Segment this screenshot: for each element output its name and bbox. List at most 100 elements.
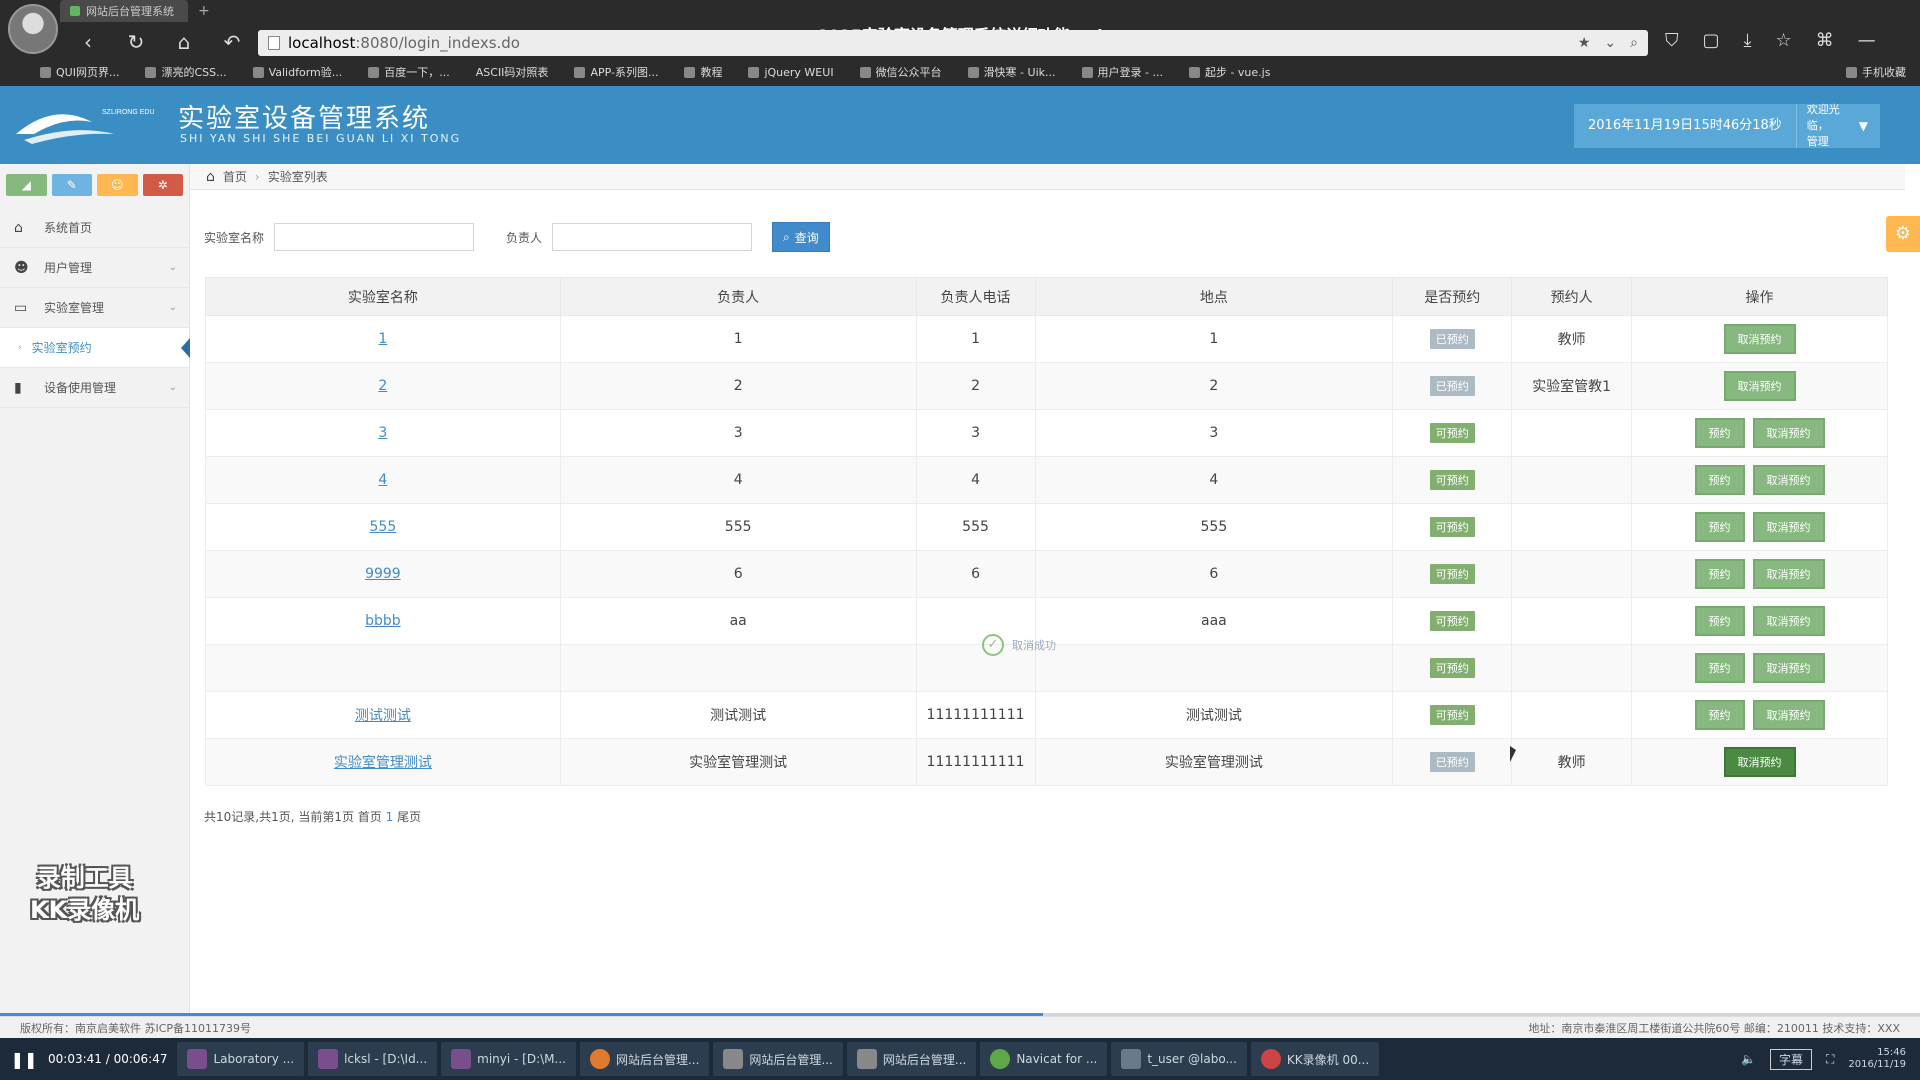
home-icon[interactable]: ⌂	[206, 169, 215, 185]
bookmark-item[interactable]: 微信公众平台	[859, 64, 942, 80]
edit-shortcut-icon[interactable]: ✎	[51, 174, 92, 196]
sidebar-item-lab-booking[interactable]: › 实验室预约	[0, 328, 190, 368]
cancel-booking-button[interactable]: 取消预约	[1752, 465, 1825, 495]
undo-icon[interactable]: ↶	[220, 30, 244, 54]
bookmark-item[interactable]: 百度一下，...	[368, 64, 450, 80]
minimize-icon[interactable]: —	[1858, 30, 1876, 51]
taskbar-app[interactable]: 网站后台管理...	[846, 1042, 977, 1076]
users-shortcut-icon[interactable]: ☺	[97, 174, 138, 196]
bookmark-item[interactable]: 滑快寒 - Uik...	[967, 64, 1056, 80]
phone-cell: 1	[915, 315, 1036, 363]
caret-down-icon[interactable]: ▼	[1859, 119, 1880, 133]
dropdown-icon[interactable]: ⌄	[1604, 35, 1616, 51]
cancel-booking-button[interactable]: 取消预约	[1752, 653, 1825, 683]
volume-icon[interactable]: 🔈	[1741, 1052, 1756, 1066]
manager-input[interactable]	[552, 223, 753, 251]
home-icon[interactable]: ⌂	[172, 30, 196, 54]
bookmark-item[interactable]: 起步 - vue.js	[1188, 64, 1270, 80]
lock-icon[interactable]: ▢	[1703, 30, 1720, 51]
book-button[interactable]: 预约	[1694, 559, 1745, 589]
taskbar-app[interactable]: Navicat for ...	[980, 1042, 1108, 1076]
book-button[interactable]: 预约	[1694, 653, 1745, 683]
back-icon[interactable]: ‹	[76, 30, 100, 54]
fullscreen-icon[interactable]: ⛶	[1826, 1052, 1834, 1067]
cancel-booking-button[interactable]: 取消预约	[1752, 559, 1825, 589]
cancel-booking-button[interactable]: 取消预约	[1752, 606, 1825, 636]
shortcut-buttons: ◢ ✎ ☺ ✲	[0, 164, 189, 208]
lab-name-link[interactable]: 3	[378, 425, 387, 441]
last-page-link[interactable]: 尾页	[397, 810, 421, 824]
address-bar[interactable]: localhost:8080/login_indexs.do ★ ⌄ ⌕	[258, 30, 1648, 56]
taskbar-app[interactable]: minyi - [D:\M...	[441, 1042, 576, 1076]
taskbar-app[interactable]: 网站后台管理...	[579, 1042, 710, 1076]
cancel-booking-button[interactable]: 取消预约	[1723, 324, 1796, 354]
shield-icon[interactable]: ⛉	[1665, 30, 1679, 51]
lab-name-label: 实验室名称	[204, 230, 265, 245]
lab-name-link[interactable]: 1	[378, 331, 387, 347]
bookmark-item[interactable]: 教程	[684, 64, 722, 80]
favorite-icon[interactable]: ☆	[1775, 30, 1791, 51]
sidebar-item-equipment-usage[interactable]: ▮ 设备使用管理 ⌄	[0, 368, 189, 408]
url-text[interactable]: localhost:8080/login_indexs.do	[288, 34, 1578, 52]
settings-gear-icon[interactable]: ⚙	[1886, 216, 1920, 252]
lab-name-link[interactable]: 9999	[365, 566, 401, 582]
book-button[interactable]: 预约	[1694, 700, 1745, 730]
bookmark-item[interactable]: Validform验...	[252, 64, 342, 80]
bookmark-item[interactable]: 漂亮的CSS...	[145, 64, 227, 80]
download-icon[interactable]: ⤓	[1744, 30, 1752, 51]
cancel-booking-button[interactable]: 取消预约	[1723, 371, 1796, 401]
book-button[interactable]: 预约	[1694, 418, 1745, 448]
cancel-booking-button[interactable]: 取消预约	[1752, 700, 1825, 730]
new-tab-icon[interactable]: +	[198, 3, 210, 19]
pause-icon[interactable]: ❚❚	[0, 1050, 48, 1069]
book-button[interactable]: 预约	[1694, 465, 1745, 495]
taskbar-app[interactable]: lcksl - [D:\Id...	[308, 1042, 438, 1076]
search-icon[interactable]: ⌕	[1630, 35, 1638, 51]
book-button[interactable]: 预约	[1694, 512, 1745, 542]
breadcrumb-home[interactable]: 首页	[223, 168, 247, 185]
user-menu[interactable]: 2016年11月19日15时46分18秒 欢迎光临， 管理 ▼	[1574, 103, 1880, 148]
bookmark-item[interactable]: 用户登录 - ...	[1081, 64, 1163, 80]
cancel-booking-button[interactable]: 取消预约	[1723, 747, 1796, 777]
lab-name-link[interactable]: 555	[370, 519, 397, 535]
cancel-booking-button[interactable]: 取消预约	[1752, 512, 1825, 542]
mobile-bookmarks[interactable]: 手机收藏	[1846, 64, 1906, 80]
bookmark-item[interactable]: ASCII码对照表	[476, 64, 549, 80]
gamepad-icon[interactable]: ⌘	[1816, 30, 1834, 51]
taskbar-app[interactable]: t_user @labo...	[1111, 1042, 1247, 1076]
bookmark-item[interactable]: APP-系列图...	[574, 64, 658, 80]
book-button[interactable]: 预约	[1694, 606, 1745, 636]
taskbar-app[interactable]: Laboratory ...	[177, 1042, 305, 1076]
current-datetime: 2016年11月19日15时46分18秒	[1574, 104, 1797, 148]
lab-name-link[interactable]: 4	[378, 472, 387, 488]
subtitle-button[interactable]: 字幕	[1769, 1048, 1812, 1070]
column-header: 操作	[1631, 277, 1888, 316]
lab-name-link[interactable]: bbbb	[365, 613, 401, 629]
cogs-shortcut-icon[interactable]: ✲	[142, 174, 183, 196]
sidebar-item-home[interactable]: ⌂ 系统首页	[0, 208, 189, 248]
browser-app-icon	[589, 1049, 610, 1069]
manager-cell: 1	[559, 315, 917, 363]
lab-name-link[interactable]: 测试测试	[355, 708, 411, 724]
location-cell: aaa	[1034, 597, 1394, 645]
browser-tab[interactable]: 网站后台管理系统	[60, 0, 188, 22]
sidebar-item-lab-management[interactable]: ▭ 实验室管理 ⌄	[0, 288, 189, 328]
navicat-icon	[990, 1049, 1011, 1069]
booker-cell: 教师	[1511, 738, 1633, 786]
sidebar-item-user-management[interactable]: ☻ 用户管理 ⌄	[0, 248, 189, 288]
page-link[interactable]: 1	[386, 810, 394, 824]
bookmark-item[interactable]: jQuery WEUI	[748, 66, 834, 79]
reload-icon[interactable]: ↻	[124, 30, 148, 54]
chart-shortcut-icon[interactable]: ◢	[6, 174, 47, 196]
profile-avatar[interactable]	[8, 4, 58, 54]
lab-name-link[interactable]: 实验室管理测试	[334, 755, 432, 771]
taskbar-app[interactable]: KK录像机 00...	[1250, 1042, 1380, 1076]
bookmark-item[interactable]: QUI网页界...	[40, 64, 119, 80]
lab-name-link[interactable]: 2	[378, 378, 387, 394]
star-icon[interactable]: ★	[1578, 35, 1591, 51]
column-header: 负责人电话	[915, 277, 1036, 316]
cancel-booking-button[interactable]: 取消预约	[1752, 418, 1825, 448]
search-button[interactable]: ⌕ 查询	[772, 222, 830, 252]
taskbar-app[interactable]: 网站后台管理...	[713, 1042, 843, 1076]
lab-name-input[interactable]	[274, 223, 475, 251]
